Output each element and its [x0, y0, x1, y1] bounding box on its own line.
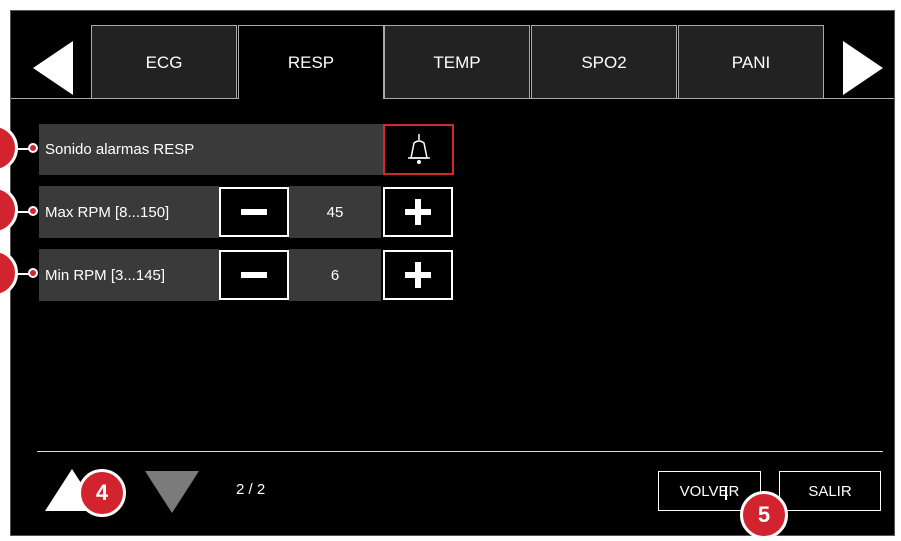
plus-icon — [405, 199, 431, 225]
callout-5: 5 — [740, 491, 788, 539]
callout-dot — [28, 143, 38, 153]
next-tab-arrow[interactable] — [843, 41, 883, 95]
tab-bar-divider — [384, 98, 894, 99]
page-indicator: 2 / 2 — [236, 481, 266, 498]
plus-icon — [405, 262, 431, 288]
min-rpm-value: 6 — [289, 249, 381, 301]
min-rpm-label: Min RPM [3...145] — [39, 249, 219, 301]
callout-dot — [28, 268, 38, 278]
max-rpm-increase-button[interactable] — [383, 187, 453, 237]
callout-4: 4 — [78, 469, 126, 517]
min-rpm-increase-button[interactable] — [383, 250, 453, 300]
tab-temp[interactable]: TEMP — [384, 25, 530, 99]
max-rpm-value: 45 — [289, 186, 381, 238]
max-rpm-label: Max RPM [8...150] — [39, 186, 219, 238]
alarm-sound-label: Sonido alarmas RESP — [39, 124, 383, 175]
alarm-sound-toggle-button[interactable] — [383, 124, 454, 175]
callout-dot — [28, 206, 38, 216]
bell-icon — [407, 133, 430, 164]
tab-bar-divider — [11, 98, 238, 99]
callout-leader-line — [725, 486, 727, 500]
max-rpm-decrease-button[interactable] — [219, 187, 289, 237]
footer-divider — [37, 451, 883, 452]
tab-pani[interactable]: PANI — [678, 25, 824, 99]
tab-resp[interactable]: RESP — [238, 25, 384, 99]
tab-spo2[interactable]: SPO2 — [531, 25, 677, 99]
page-down-arrow[interactable] — [145, 471, 199, 513]
minus-icon — [241, 272, 267, 278]
tab-ecg[interactable]: ECG — [91, 25, 237, 99]
previous-tab-arrow[interactable] — [33, 41, 73, 95]
minus-icon — [241, 209, 267, 215]
monitor-screen: ECG RESP TEMP SPO2 PANI Sonido alarmas R… — [10, 10, 895, 536]
min-rpm-decrease-button[interactable] — [219, 250, 289, 300]
exit-button[interactable]: SALIR — [779, 471, 881, 511]
